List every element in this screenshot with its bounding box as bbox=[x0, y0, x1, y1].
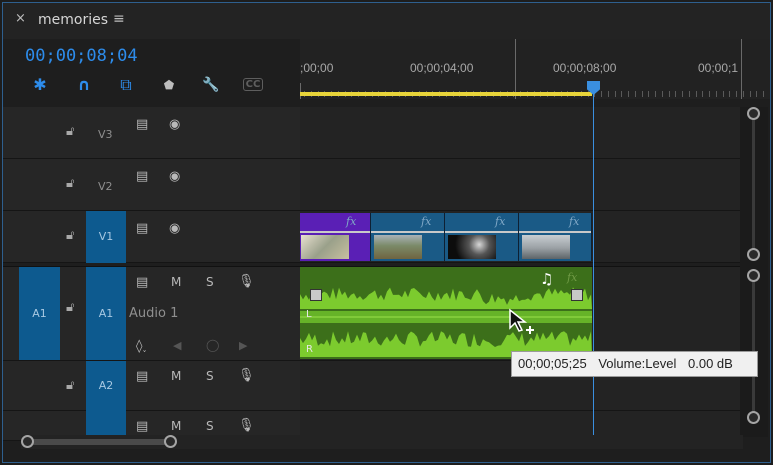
panel-menu-icon[interactable]: ≡ bbox=[113, 11, 125, 27]
tooltip-value: 0.00 dB bbox=[688, 356, 733, 371]
tooltip-time: 00;00;05;25 bbox=[518, 356, 587, 371]
eye-icon[interactable]: ◉ bbox=[169, 117, 180, 132]
video-scroll-track[interactable] bbox=[752, 113, 755, 255]
lock-icon[interactable]: 🔓︎ bbox=[66, 300, 74, 315]
solo-button[interactable]: S bbox=[206, 419, 214, 433]
next-keyframe-icon[interactable]: ▶ bbox=[239, 339, 247, 352]
add-keyframe-icon[interactable]: ◯ bbox=[206, 338, 219, 352]
clip-thumbnail bbox=[301, 235, 349, 259]
fx-badge[interactable]: fx bbox=[495, 215, 505, 228]
work-area-bar[interactable] bbox=[300, 92, 592, 96]
panel-tab-bar: × memories ≡ bbox=[3, 3, 770, 39]
sync-lock-icon[interactable]: ▤ bbox=[136, 221, 148, 236]
eye-icon[interactable]: ◉ bbox=[169, 169, 180, 184]
microphone-icon[interactable]: 🎙︎ bbox=[238, 368, 255, 383]
track-target-v1[interactable]: V1 bbox=[86, 211, 126, 263]
tooltip-parameter: Volume:Level bbox=[598, 356, 677, 371]
lock-icon[interactable]: 🔓︎ bbox=[66, 228, 74, 243]
keyframe-options-icon[interactable]: ◊˯ bbox=[136, 338, 147, 354]
zoom-scroll-bar[interactable] bbox=[27, 439, 171, 445]
clip-thumbnail bbox=[448, 235, 496, 259]
vertical-scrollbar[interactable] bbox=[740, 107, 768, 437]
lock-icon[interactable]: 🔓︎ bbox=[66, 124, 74, 139]
video-scroll-knob-bottom[interactable] bbox=[747, 248, 760, 261]
track-name-v3: V3 bbox=[98, 128, 113, 141]
audio-scroll-track[interactable] bbox=[752, 275, 755, 417]
track-target-a2[interactable]: A2 bbox=[86, 361, 126, 411]
sync-lock-icon[interactable]: ▤ bbox=[136, 275, 148, 290]
clip-opacity-line bbox=[519, 231, 591, 233]
track-target-a1[interactable]: A1 bbox=[86, 267, 126, 360]
fx-badge[interactable]: fx bbox=[569, 215, 579, 228]
sync-lock-icon[interactable]: ▤ bbox=[136, 169, 148, 184]
clip-end-handle-icon[interactable] bbox=[571, 289, 583, 301]
fx-badge[interactable]: fx bbox=[346, 215, 356, 228]
pen-cursor-icon bbox=[509, 308, 534, 334]
clip-start-handle-icon[interactable] bbox=[310, 289, 322, 301]
clip-thumbnail bbox=[522, 235, 570, 259]
track-header-a2: 🔓︎ A2 ▤ M S 🎙︎ bbox=[3, 361, 300, 411]
close-icon[interactable]: × bbox=[15, 11, 26, 26]
audio-scroll-knob-bottom[interactable] bbox=[747, 411, 760, 424]
solo-button[interactable]: S bbox=[206, 369, 214, 383]
microphone-icon[interactable]: 🎙︎ bbox=[238, 418, 255, 433]
mute-button[interactable]: M bbox=[171, 369, 181, 383]
video-clip-1[interactable]: fx bbox=[300, 213, 371, 261]
track-lane-v3[interactable] bbox=[300, 107, 740, 159]
lock-icon[interactable]: 🔓︎ bbox=[66, 176, 74, 191]
playhead-timecode[interactable]: 00;00;08;04 bbox=[25, 46, 138, 66]
ruler-label-8s: 00;00;08;00 bbox=[553, 61, 617, 75]
music-note-icon: ♫ bbox=[540, 270, 554, 288]
track-lane-v2[interactable] bbox=[300, 159, 740, 211]
lock-icon[interactable]: 🔓︎ bbox=[66, 378, 74, 393]
clip-opacity-line bbox=[445, 231, 518, 233]
channel-label-r: R bbox=[306, 344, 313, 355]
video-clip-3[interactable]: fx bbox=[445, 213, 519, 261]
ruler-label-12s: 00;00;1 bbox=[698, 61, 739, 75]
clip-opacity-line bbox=[300, 231, 370, 233]
zoom-knob-right[interactable] bbox=[164, 435, 177, 448]
linked-selection-icon[interactable]: ⧉ bbox=[115, 75, 137, 95]
sequence-tab-title[interactable]: memories bbox=[38, 12, 108, 28]
clip-thumbnail bbox=[374, 235, 422, 259]
channel-label-l: L bbox=[306, 309, 312, 320]
magnet-icon[interactable]: ∩ bbox=[73, 75, 95, 95]
track-header-v1: 🔓︎ V1 ▤ ◉ bbox=[3, 211, 300, 263]
captions-icon[interactable]: CC bbox=[243, 78, 263, 91]
clip-opacity-line bbox=[371, 231, 444, 233]
track-header-v2: 🔓︎ V2 ▤ ◉ bbox=[3, 159, 300, 211]
eye-icon[interactable]: ◉ bbox=[169, 221, 180, 236]
zoom-knob-left[interactable] bbox=[21, 435, 34, 448]
track-name-v2: V2 bbox=[98, 180, 113, 193]
fx-badge[interactable]: fx bbox=[567, 271, 577, 284]
microphone-icon[interactable]: 🎙︎ bbox=[238, 274, 255, 289]
solo-button[interactable]: S bbox=[206, 275, 214, 289]
playhead-line[interactable] bbox=[593, 87, 594, 435]
track-header-v3: 🔓︎ V3 ▤ ◉ bbox=[3, 107, 300, 159]
video-clip-2[interactable]: fx bbox=[371, 213, 445, 261]
sync-lock-icon[interactable]: ▤ bbox=[136, 369, 148, 384]
video-scroll-knob-top[interactable] bbox=[747, 107, 760, 120]
track-header-a1: A1 🔓︎ A1 ▤ M S 🎙︎ Audio 1 ◊˯ ◀ ◯ ▶ bbox=[3, 266, 300, 361]
track-label-audio-1[interactable]: Audio 1 bbox=[129, 306, 178, 321]
sync-lock-icon[interactable]: ▤ bbox=[136, 117, 148, 132]
marker-icon[interactable]: ⬟ bbox=[158, 75, 180, 95]
mute-button[interactable]: M bbox=[171, 275, 181, 289]
wrench-icon[interactable]: 🔧 bbox=[200, 75, 222, 95]
sync-lock-icon[interactable]: ▤ bbox=[136, 419, 148, 434]
volume-tooltip: 00;00;05;25 Volume:Level 0.00 dB bbox=[511, 351, 758, 377]
source-patch-a1[interactable]: A1 bbox=[19, 267, 60, 360]
ruler-label-0: ;00;00 bbox=[300, 61, 334, 75]
ruler-label-4s: 00;00;04;00 bbox=[410, 61, 474, 75]
audio-clip-1[interactable]: ♫ fx L R bbox=[300, 267, 592, 359]
fx-badge[interactable]: fx bbox=[421, 215, 431, 228]
video-clip-4[interactable]: fx bbox=[519, 213, 592, 261]
time-ruler[interactable]: ;00;00 00;00;04;00 00;00;08;00 00;00;1 bbox=[300, 39, 770, 99]
previous-keyframe-icon[interactable]: ◀ bbox=[173, 339, 181, 352]
horizontal-scrollbar[interactable] bbox=[21, 435, 743, 449]
timeline-panel: × memories ≡ 00;00;08;04 ✱ ∩ ⧉ ⬟ 🔧 CC ;0… bbox=[2, 2, 771, 463]
audio-scroll-knob-top[interactable] bbox=[747, 269, 760, 282]
snap-insert-icon[interactable]: ✱ bbox=[29, 75, 51, 95]
mute-button[interactable]: M bbox=[171, 419, 181, 433]
